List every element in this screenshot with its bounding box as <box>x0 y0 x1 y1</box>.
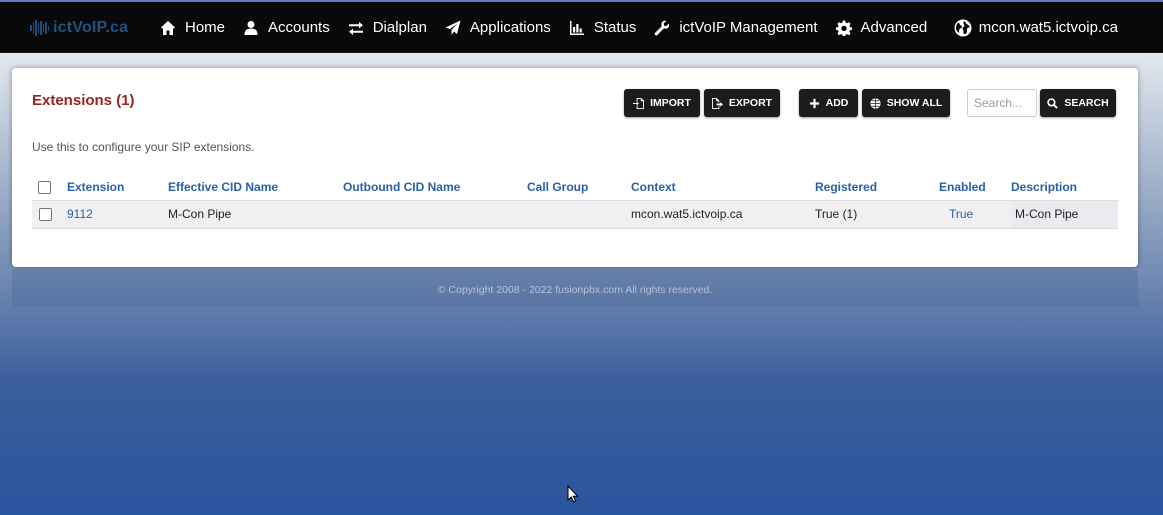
search-icon <box>1047 97 1059 109</box>
export-icon <box>711 97 723 109</box>
nav-applications[interactable]: Applications <box>445 19 551 36</box>
outbound-cid-name-cell <box>343 199 527 229</box>
top-navbar: ictVoIP.ca Home Accounts Dialplan Applic… <box>0 2 1163 53</box>
globe-icon <box>954 19 972 36</box>
column-header-context[interactable]: Context <box>631 174 815 200</box>
search-input[interactable] <box>967 89 1037 117</box>
select-all-cell <box>32 174 67 200</box>
export-label: EXPORT <box>728 97 773 109</box>
brand-name: ictVoIP.ca <box>53 19 129 36</box>
page-title: Extensions (1) <box>32 92 135 109</box>
export-button[interactable]: EXPORT <box>704 89 780 117</box>
nav-ictvoip-management-label: ictVoIP Management <box>679 19 818 36</box>
extensions-panel: Extensions (1) IMPORT EXPORT ADD SHOW AL… <box>12 68 1138 267</box>
globe-icon <box>870 97 881 109</box>
search-label: SEARCH <box>1064 97 1109 109</box>
nav-home-label: Home <box>185 19 226 36</box>
add-button[interactable]: ADD <box>799 89 858 117</box>
nav-accounts-label: Accounts <box>268 19 330 36</box>
extensions-table: Extension Effective CID Name Outbound CI… <box>32 174 1118 229</box>
effective-cid-name-cell: M-Con Pipe <box>168 199 343 229</box>
import-button[interactable]: IMPORT <box>624 89 700 117</box>
table-header-row: Extension Effective CID Name Outbound CI… <box>32 174 1118 200</box>
show-all-label: SHOW ALL <box>886 97 943 109</box>
column-header-call-group[interactable]: Call Group <box>527 174 631 200</box>
sound-wave-icon <box>30 20 49 36</box>
brand-logo[interactable]: ictVoIP.ca <box>30 18 128 38</box>
table-row[interactable]: 9112 M-Con Pipe mcon.wat5.ictvoip.ca Tru… <box>32 199 1118 229</box>
search-button[interactable]: SEARCH <box>1040 89 1116 117</box>
extension-link[interactable]: 9112 <box>67 207 93 221</box>
mouse-cursor-icon <box>567 485 579 503</box>
row-checkbox[interactable] <box>39 208 52 222</box>
page-description: Use this to configure your SIP extension… <box>32 140 255 154</box>
column-header-enabled[interactable]: Enabled <box>939 174 1011 200</box>
wrench-icon <box>655 20 670 35</box>
add-label: ADD <box>825 97 849 109</box>
nav-advanced-label: Advanced <box>860 19 928 36</box>
exchange-icon <box>348 21 363 35</box>
nav-dialplan-label: Dialplan <box>372 19 427 36</box>
context-cell: mcon.wat5.ictvoip.ca <box>631 199 815 229</box>
show-all-button[interactable]: SHOW ALL <box>862 89 950 117</box>
plus-icon <box>809 98 819 108</box>
domain-label: mcon.wat5.ictvoip.ca <box>978 19 1118 36</box>
nav-advanced[interactable]: Advanced <box>835 19 928 36</box>
import-label: IMPORT <box>650 97 691 109</box>
column-header-outbound-cid-name[interactable]: Outbound CID Name <box>343 174 527 200</box>
column-header-extension[interactable]: Extension <box>67 174 168 200</box>
main-menu: Home Accounts Dialplan Applications Stat… <box>160 2 945 53</box>
nav-home[interactable]: Home <box>160 19 225 36</box>
select-all-checkbox[interactable] <box>38 180 51 194</box>
enabled-toggle-link[interactable]: True <box>949 207 973 221</box>
nav-accounts[interactable]: Accounts <box>243 19 330 36</box>
nav-status-label: Status <box>593 19 637 36</box>
footer-copyright: © Copyright 2008 - 2022 fusionpbx.com Al… <box>437 284 713 296</box>
nav-dialplan[interactable]: Dialplan <box>348 19 427 36</box>
row-select-cell <box>32 199 67 229</box>
registered-cell: True (1) <box>815 199 939 229</box>
bar-chart-icon <box>569 20 584 35</box>
call-group-cell <box>527 199 631 229</box>
nav-status[interactable]: Status <box>569 19 637 36</box>
import-icon <box>633 97 645 109</box>
gear-icon <box>835 20 852 36</box>
nav-applications-label: Applications <box>469 19 551 36</box>
column-header-registered[interactable]: Registered <box>815 174 939 200</box>
column-header-description[interactable]: Description <box>1011 174 1118 200</box>
paper-plane-icon <box>445 20 461 35</box>
home-icon <box>161 20 175 35</box>
domain-selector[interactable]: mcon.wat5.ictvoip.ca <box>954 2 1118 53</box>
nav-ictvoip-management[interactable]: ictVoIP Management <box>654 19 818 36</box>
user-icon <box>244 20 258 35</box>
column-header-effective-cid-name[interactable]: Effective CID Name <box>168 174 343 200</box>
description-cell: M-Con Pipe <box>1011 199 1118 229</box>
